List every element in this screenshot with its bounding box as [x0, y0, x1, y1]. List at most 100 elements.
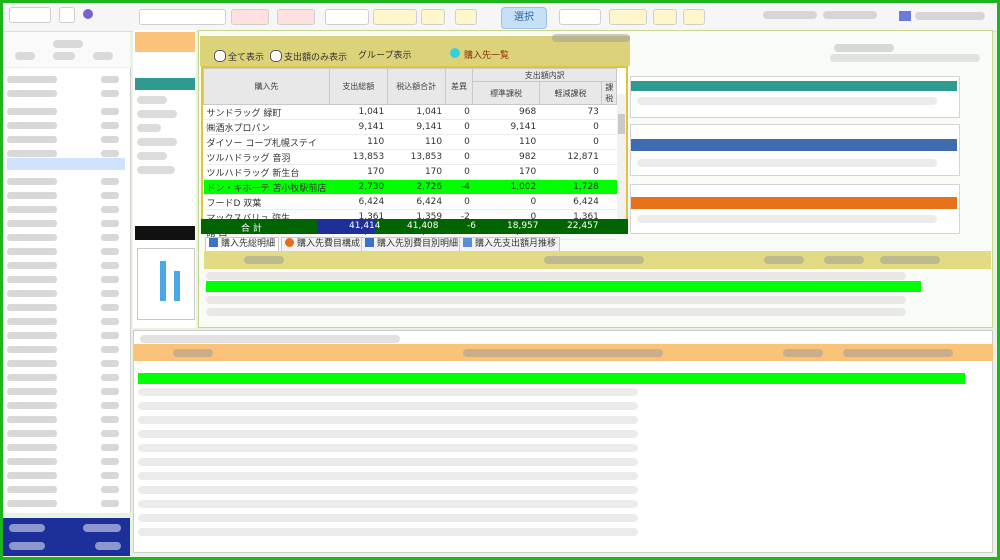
options-dark-bar[interactable]: [135, 226, 195, 240]
col-spend[interactable]: 支出総額: [328, 68, 388, 105]
options-header: [135, 32, 195, 52]
breakdown-rows[interactable]: [206, 272, 921, 318]
col-vendor[interactable]: 購入先: [203, 68, 330, 105]
cell-vendor: フードD 双葉: [203, 194, 330, 210]
cell-tax: [601, 119, 617, 135]
date-from-field[interactable]: [373, 9, 417, 25]
main-title: [552, 32, 632, 42]
cell-spend: 110: [329, 134, 388, 150]
period-input[interactable]: [139, 9, 226, 25]
cell-standard: 1,002: [472, 179, 540, 195]
table-row[interactable]: フードD 双葉 6,424 6,424 0 0 6,424: [203, 194, 617, 210]
table-row[interactable]: ㈱酒水プロパン 9,141 9,141 0 9,141 0: [203, 119, 617, 135]
radio-all[interactable]: [214, 50, 226, 62]
cell-tax: [601, 179, 617, 195]
cell-tax: [601, 134, 617, 150]
table-row[interactable]: サンドラッグ 緑町 1,041 1,041 0 968 73: [203, 104, 617, 120]
date-to-day[interactable]: [653, 9, 677, 25]
account-list-selected[interactable]: [7, 158, 125, 170]
tab-label: 購入先総明細: [221, 239, 276, 249]
table-row[interactable]: ツルハドラッグ 音羽 13,853 13,853 0 982 12,871: [203, 149, 617, 165]
chart-icon: [463, 238, 472, 247]
table-scrollbar[interactable]: [617, 94, 626, 219]
table-row[interactable]: ダイソー コープ札幌ステイ 110 110 0 110 0: [203, 134, 617, 150]
detail-tabs: 購入先総明細 購入先費目構成 購入先別費目別明細 購入先支出額月推移: [201, 237, 631, 252]
tab-label: 購入先支出額月推移: [475, 239, 557, 249]
cell-reduced: 12,871: [539, 149, 602, 165]
palette-icon[interactable]: [83, 9, 93, 19]
cell-tax-sum: 170: [387, 164, 446, 180]
col-tax-sum[interactable]: 税込額合計: [386, 68, 446, 105]
col-reduced[interactable]: 軽減課税: [538, 81, 603, 105]
cell-spend: 6,424: [329, 194, 388, 210]
account-list[interactable]: [3, 68, 131, 513]
radio-all-label: 全て表示: [228, 53, 265, 63]
cell-diff: 0: [445, 119, 473, 135]
tab-vendor-detail[interactable]: 購入先総明細: [205, 237, 280, 252]
purchase-list-label[interactable]: 購入先一覧: [464, 48, 509, 61]
date-to-button[interactable]: [559, 9, 601, 25]
group-band-1[interactable]: [630, 76, 960, 118]
total-spend: 41,414: [349, 221, 381, 231]
date-to-field[interactable]: [609, 9, 647, 25]
cell-spend: 2,730: [329, 179, 388, 195]
group-display-toggle[interactable]: グループ表示: [358, 48, 411, 61]
group-band-3[interactable]: [630, 184, 960, 234]
toolbar-field[interactable]: [9, 7, 51, 23]
cell-spend: 13,853: [329, 149, 388, 165]
group-panel: [630, 66, 960, 236]
col-breakdown: 支出額内訳: [472, 68, 617, 82]
detail-rows[interactable]: [138, 388, 965, 548]
prev-button[interactable]: [231, 9, 269, 25]
table-row[interactable]: ドン・キホーテ 苫小牧駅前店 2,730 2,726 -4 1,002 1,728: [203, 179, 617, 195]
cell-tax-sum: 6,424: [387, 194, 446, 210]
col-tax[interactable]: 課税: [601, 81, 617, 105]
cell-diff: 0: [445, 149, 473, 165]
cell-spend: 1,041: [329, 104, 388, 120]
cell-diff: 0: [445, 134, 473, 150]
radio-spend-only[interactable]: [270, 50, 282, 62]
calendar-icon[interactable]: [899, 11, 911, 21]
table-icon: [209, 238, 218, 247]
purchase-table[interactable]: 購入先 支出総額 税込額合計 差異 支出額内訳 標準課税 軽減課税 課税 サンド…: [201, 66, 628, 240]
cell-tax: [601, 149, 617, 165]
breakdown-header: [204, 251, 991, 269]
cell-reduced: 0: [539, 134, 602, 150]
group-band-2[interactable]: [630, 124, 960, 176]
toolbar-toggle[interactable]: [59, 7, 75, 23]
right-options[interactable]: [830, 42, 990, 62]
cell-reduced: 0: [539, 119, 602, 135]
cell-tax-sum: 13,853: [387, 149, 446, 165]
col-diff[interactable]: 差異: [444, 68, 474, 105]
cell-vendor: ダイソー コープ札幌ステイ: [203, 134, 330, 150]
cell-standard: 0: [472, 194, 540, 210]
date-from-button[interactable]: [325, 9, 369, 25]
cell-vendor: ㈱酒水プロパン: [203, 119, 330, 135]
date-from-day[interactable]: [421, 9, 445, 25]
cell-reduced: 0: [539, 164, 602, 180]
detail-header: [133, 344, 993, 361]
table-row[interactable]: ツルハドラッグ 新生台 170 170 0 170 0: [203, 164, 617, 180]
cell-diff: 0: [445, 104, 473, 120]
tab-expense-composition[interactable]: 購入先費目構成: [281, 237, 365, 252]
cell-spend: 9,141: [329, 119, 388, 135]
date-to-extra[interactable]: [683, 9, 705, 25]
options-band[interactable]: [135, 78, 195, 90]
next-button[interactable]: [277, 9, 315, 25]
cell-tax: [601, 164, 617, 180]
cell-reduced: 1,728: [539, 179, 602, 195]
col-standard[interactable]: 標準課税: [472, 81, 540, 105]
breakdown-selected-row[interactable]: [206, 281, 921, 292]
cell-vendor: ツルハドラッグ 新生台: [203, 164, 330, 180]
cell-diff: 0: [445, 164, 473, 180]
detail-selected-row[interactable]: [138, 373, 965, 384]
select-button[interactable]: 選択: [501, 7, 547, 29]
tab-expense-detail[interactable]: 購入先別費目別明細: [361, 237, 463, 252]
date-from-extra[interactable]: [455, 9, 477, 25]
cell-reduced: 73: [539, 104, 602, 120]
cell-tax-sum: 2,726: [387, 179, 446, 195]
tab-monthly-trend[interactable]: 購入先支出額月推移: [459, 237, 561, 252]
total-reduced: 22,457: [567, 221, 599, 231]
cell-spend: 170: [329, 164, 388, 180]
cell-tax: [601, 194, 617, 210]
